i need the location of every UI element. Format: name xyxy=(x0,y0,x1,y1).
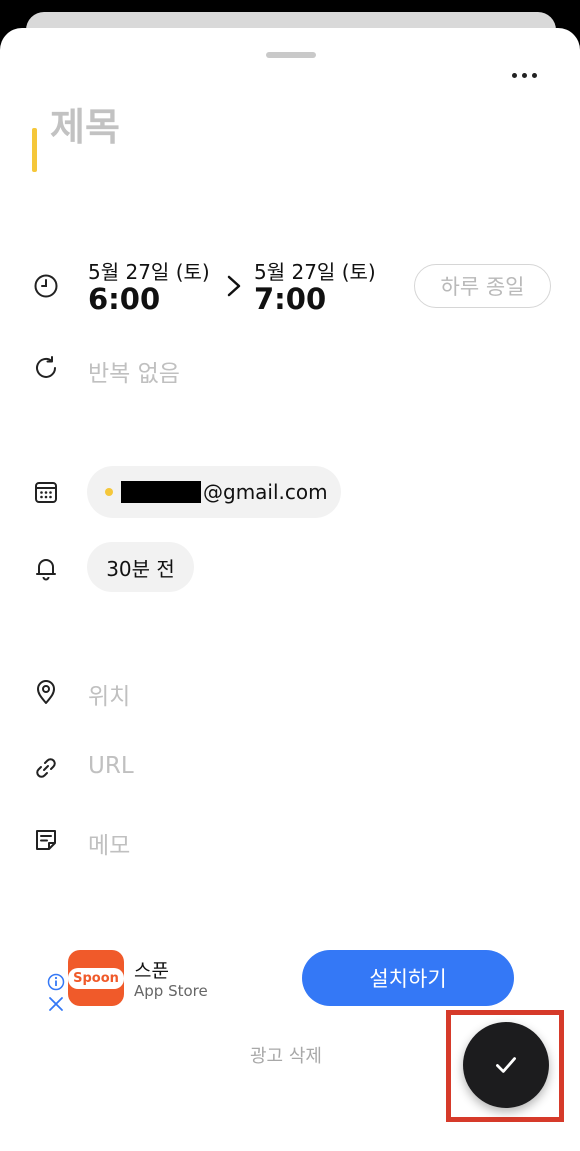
end-date[interactable]: 5월 27일 (토) xyxy=(254,256,376,285)
chevron-right-icon xyxy=(224,272,244,300)
ad-info-icon[interactable] xyxy=(46,972,66,1014)
more-options-icon[interactable] xyxy=(512,68,544,82)
ad-app-logo[interactable]: Spoon xyxy=(68,950,124,1006)
sheet-grabber[interactable] xyxy=(266,52,316,58)
alert-chip[interactable]: 30분 전 xyxy=(87,542,194,592)
calendar-color-dot xyxy=(105,488,113,496)
location-field[interactable]: 위치 xyxy=(88,677,130,711)
memo-field[interactable]: 메모 xyxy=(88,826,130,860)
url-field[interactable]: URL xyxy=(88,753,134,779)
ad-app-name[interactable]: 스푼 xyxy=(134,956,169,983)
calendar-account-email: @gmail.com xyxy=(203,480,328,504)
install-button[interactable]: 설치하기 xyxy=(302,950,514,1006)
clock-icon xyxy=(32,272,60,300)
repeat-field[interactable]: 반복 없음 xyxy=(88,354,180,388)
bell-icon xyxy=(32,554,60,582)
end-time[interactable]: 7:00 xyxy=(254,282,326,316)
link-icon xyxy=(32,754,60,782)
redacted-email-user xyxy=(121,481,201,503)
location-pin-icon xyxy=(32,678,60,706)
calendar-account-chip[interactable]: @gmail.com xyxy=(87,466,341,518)
ad-store-label: App Store xyxy=(134,982,208,1000)
memo-icon xyxy=(32,826,60,854)
allday-toggle[interactable]: 하루 종일 xyxy=(414,264,551,308)
remove-ad-link[interactable]: 광고 삭제 xyxy=(250,1042,322,1068)
title-accent-bar xyxy=(32,128,37,172)
ad-app-logo-text: Spoon xyxy=(68,967,124,989)
checkmark-icon xyxy=(496,1057,516,1073)
repeat-icon xyxy=(32,354,60,382)
start-time[interactable]: 6:00 xyxy=(88,282,160,316)
save-button[interactable] xyxy=(463,1022,549,1108)
calendar-icon xyxy=(32,478,60,506)
start-date[interactable]: 5월 27일 (토) xyxy=(88,256,210,285)
title-input[interactable]: 제목 xyxy=(50,96,120,151)
